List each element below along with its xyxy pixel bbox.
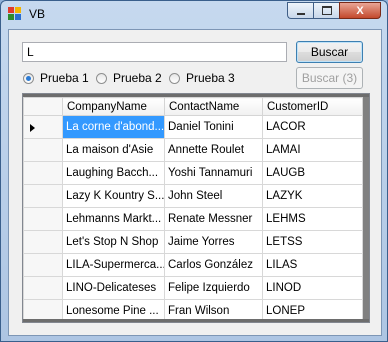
grid-cell[interactable]: Jaime Yorres bbox=[164, 230, 263, 254]
grid-table: CompanyName ContactName CustomerID La co… bbox=[23, 97, 363, 322]
close-button[interactable]: X bbox=[339, 2, 381, 19]
grid-cell[interactable]: Let's Stop N Shop bbox=[62, 230, 165, 254]
grid-cell[interactable]: La corne d'abond... bbox=[62, 115, 165, 139]
row-header[interactable] bbox=[23, 207, 63, 231]
grid-cell[interactable]: LINOD bbox=[262, 276, 363, 300]
radio-label: Prueba 2 bbox=[113, 71, 162, 85]
table-row[interactable]: La maison d'Asie Annette Roulet LAMAI bbox=[23, 138, 363, 162]
data-grid[interactable]: CompanyName ContactName CustomerID La co… bbox=[22, 93, 370, 323]
grid-cell[interactable]: La maison d'Asie bbox=[62, 138, 165, 162]
grid-cell[interactable]: LILA-Supermerca... bbox=[62, 253, 165, 277]
window-controls: X bbox=[287, 2, 381, 20]
grid-cell[interactable]: Lehmanns Markt... bbox=[62, 207, 165, 231]
search-input[interactable]: L bbox=[22, 42, 287, 62]
grid-cell[interactable]: LAUGB bbox=[262, 161, 363, 185]
close-icon: X bbox=[356, 4, 364, 17]
maximize-button[interactable] bbox=[313, 2, 339, 19]
table-row[interactable]: Laughing Bacch... Yoshi Tannamuri LAUGB bbox=[23, 161, 363, 185]
grid-cell[interactable]: Annette Roulet bbox=[164, 138, 263, 162]
grid-cell[interactable]: Daniel Tonini bbox=[164, 115, 263, 139]
maximize-icon bbox=[321, 6, 332, 15]
row-header[interactable] bbox=[23, 276, 63, 300]
row-header[interactable] bbox=[23, 115, 63, 139]
row-header[interactable] bbox=[23, 253, 63, 277]
radio-checked-icon bbox=[23, 72, 34, 84]
radio-prueba-3[interactable]: Prueba 3 bbox=[169, 70, 235, 86]
table-row[interactable]: Lazy K Kountry S... John Steel LAZYK bbox=[23, 184, 363, 208]
row-header[interactable] bbox=[23, 230, 63, 254]
row-header[interactable] bbox=[23, 138, 63, 162]
radio-prueba-2[interactable]: Prueba 2 bbox=[96, 70, 162, 86]
client-area: L Buscar Buscar (3) Prueba 1 Prueba 2 Pr… bbox=[8, 29, 382, 336]
table-row[interactable]: Let's Stop N Shop Jaime Yorres LETSS bbox=[23, 230, 363, 254]
grid-cell[interactable]: Carlos González bbox=[164, 253, 263, 277]
grid-cell[interactable]: Renate Messner bbox=[164, 207, 263, 231]
search-button[interactable]: Buscar bbox=[296, 41, 363, 63]
header-row: CompanyName ContactName CustomerID bbox=[23, 97, 363, 116]
table-row[interactable]: La corne d'abond... Daniel Tonini LACOR bbox=[23, 115, 363, 139]
grid-cell[interactable]: LEHMS bbox=[262, 207, 363, 231]
grid-cell[interactable]: Yoshi Tannamuri bbox=[164, 161, 263, 185]
grid-cell[interactable]: LINO-Delicateses bbox=[62, 276, 165, 300]
radio-unchecked-icon bbox=[96, 72, 107, 84]
grid-bottom-border bbox=[23, 319, 369, 322]
radio-unchecked-icon bbox=[169, 72, 180, 84]
table-row[interactable]: Lehmanns Markt... Renate Messner LEHMS bbox=[23, 207, 363, 231]
grid-cell[interactable]: John Steel bbox=[164, 184, 263, 208]
main-window: VB X L Buscar Buscar (3) Prueba 1 Prueba… bbox=[0, 0, 388, 342]
column-header-contactname[interactable]: ContactName bbox=[164, 97, 263, 116]
current-row-arrow-icon bbox=[30, 124, 35, 132]
column-header-customerid[interactable]: CustomerID bbox=[262, 97, 363, 116]
grid-cell[interactable]: Lazy K Kountry S... bbox=[62, 184, 165, 208]
window-title: VB bbox=[29, 7, 46, 21]
radio-label: Prueba 1 bbox=[40, 71, 89, 85]
table-row[interactable]: LINO-Delicateses Felipe Izquierdo LINOD bbox=[23, 276, 363, 300]
grid-cell[interactable]: LILAS bbox=[262, 253, 363, 277]
radio-label: Prueba 3 bbox=[186, 71, 235, 85]
grid-cell[interactable]: LACOR bbox=[262, 115, 363, 139]
search-button-3[interactable]: Buscar (3) bbox=[296, 67, 363, 89]
grid-cell[interactable]: Laughing Bacch... bbox=[62, 161, 165, 185]
column-header-companyname[interactable]: CompanyName bbox=[62, 97, 165, 116]
grid-cell[interactable]: LAMAI bbox=[262, 138, 363, 162]
table-row[interactable]: LILA-Supermerca... Carlos González LILAS bbox=[23, 253, 363, 277]
row-header[interactable] bbox=[23, 161, 63, 185]
grid-cell[interactable]: Felipe Izquierdo bbox=[164, 276, 263, 300]
minimize-button[interactable] bbox=[287, 2, 313, 19]
radio-prueba-1[interactable]: Prueba 1 bbox=[23, 70, 89, 86]
title-bar[interactable]: VB X bbox=[1, 1, 387, 27]
grid-cell[interactable]: LAZYK bbox=[262, 184, 363, 208]
row-header[interactable] bbox=[23, 184, 63, 208]
row-header-corner[interactable] bbox=[23, 97, 63, 116]
minimize-icon bbox=[296, 12, 305, 15]
grid-cell[interactable]: LETSS bbox=[262, 230, 363, 254]
app-icon bbox=[8, 7, 22, 21]
